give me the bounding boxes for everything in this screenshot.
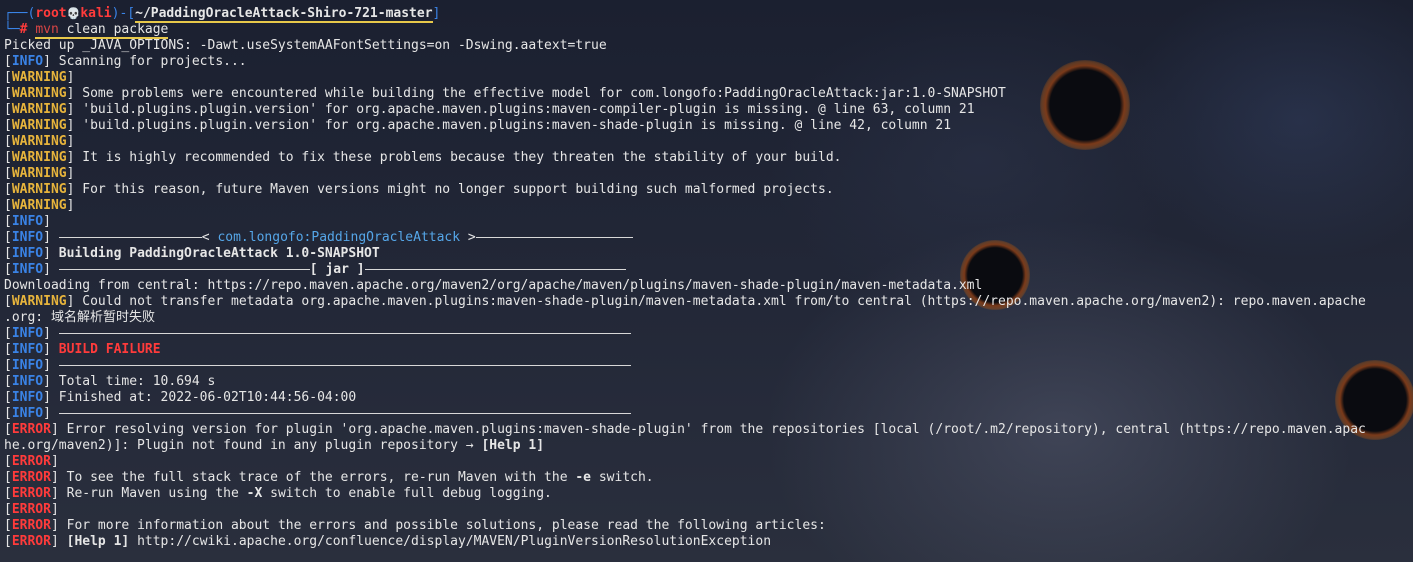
command-args: clean package [58,22,169,37]
terminal-output[interactable]: ┌──(root💀kali)-[~/PaddingOracleAttack-Sh… [4,6,1413,550]
help-link[interactable]: http://cwiki.apache.org/confluence/displ… [129,534,771,549]
log-line: [INFO] [4,214,51,229]
log-line: .org: 域名解析暂时失败 [4,310,155,325]
log-message: 'build.plugins.plugin.version' for org.a… [74,102,975,117]
log-level-tag: WARNING [11,198,67,213]
command-line[interactable]: └─# mvn clean package [4,22,1413,39]
log-line: Picked up _JAVA_OPTIONS: -Dawt.useSystem… [4,38,1413,54]
log-line: [INFO] < com.longofo:PaddingOracleAttack… [4,230,1413,246]
log-level-tag: WARNING [11,70,67,85]
log-line: [INFO] [4,326,1413,342]
log-line: [ERROR] Error resolving version for plug… [4,422,1366,437]
log-line: [ERROR] For more information about the e… [4,518,826,533]
log-message: It is highly recommended to fix these pr… [74,150,842,165]
log-line: [ERROR] [4,454,59,469]
log-line: [WARNING] Some problems were encountered… [4,86,1006,101]
log-line: [INFO] Finished at: 2022-06-02T10:44:56-… [4,390,357,405]
log-message: 'build.plugins.plugin.version' for org.a… [74,118,952,133]
log-level-tag: WARNING [11,150,67,165]
log-message: Picked up _JAVA_OPTIONS: -Dawt.useSystem… [4,38,607,53]
log-level-tag: INFO [11,54,44,69]
artifact-id: com.longofo:PaddingOracleAttack [217,230,461,245]
log-level-tag: WARNING [11,118,67,133]
log-level-tag: INFO [11,214,44,229]
log-message: Scanning for projects... [50,54,247,69]
prompt-host: kali [80,6,112,21]
prompt-cwd: ~/PaddingOracleAttack-Shiro-721-master [135,6,433,23]
log-line: [WARNING] Could not transfer metadata or… [4,294,1366,309]
log-line: [ERROR] [4,502,59,517]
log-message: Some problems were encountered while bui… [74,86,1006,101]
log-line: [ERROR] To see the full stack trace of t… [4,470,654,485]
build-status: BUILD FAILURE [58,342,161,357]
log-line: [WARNING] For this reason, future Maven … [4,182,834,197]
log-line: [INFO] [4,406,1413,422]
log-level-tag: WARNING [11,102,67,117]
log-line: [INFO] BUILD FAILURE [4,342,161,357]
log-line: he.org/maven2)]: Plugin not found in any… [4,438,545,453]
log-level-tag: WARNING [11,182,67,197]
packaging-type: [ jar ] [309,262,365,277]
command-binary: mvn [35,22,59,37]
log-line: [INFO] [4,358,1413,374]
log-line: [INFO] Total time: 10.694 s [4,374,216,389]
log-line: [WARNING] [4,166,75,181]
log-line: [WARNING] 'build.plugins.plugin.version'… [4,102,975,117]
log-line: [INFO] [ jar ] [4,262,1413,278]
log-line: [INFO] Scanning for projects... [4,54,247,69]
prompt-line: ┌──(root💀kali)-[~/PaddingOracleAttack-Sh… [4,6,441,23]
log-line: [WARNING] It is highly recommended to fi… [4,150,842,165]
log-line: [WARNING] [4,198,75,213]
log-line: [ERROR] Re-run Maven using the -X switch… [4,486,552,501]
log-level-tag: WARNING [11,166,67,181]
build-title: Building PaddingOracleAttack 1.0-SNAPSHO… [58,246,380,261]
log-line: Downloading from central: https://repo.m… [4,278,983,293]
log-message: For this reason, future Maven versions m… [74,182,834,197]
log-line: [WARNING] [4,134,75,149]
log-line: [WARNING] 'build.plugins.plugin.version'… [4,118,952,133]
log-line: [WARNING] [4,70,75,85]
arrow-icon: → [465,438,474,453]
log-line: [ERROR] [Help 1] http://cwiki.apache.org… [4,534,772,549]
log-level-tag: WARNING [11,134,67,149]
log-level-tag: WARNING [11,86,67,101]
skull-icon: 💀 [66,7,81,20]
log-line: [INFO] Building PaddingOracleAttack 1.0-… [4,246,380,261]
prompt-user: root [35,6,67,21]
